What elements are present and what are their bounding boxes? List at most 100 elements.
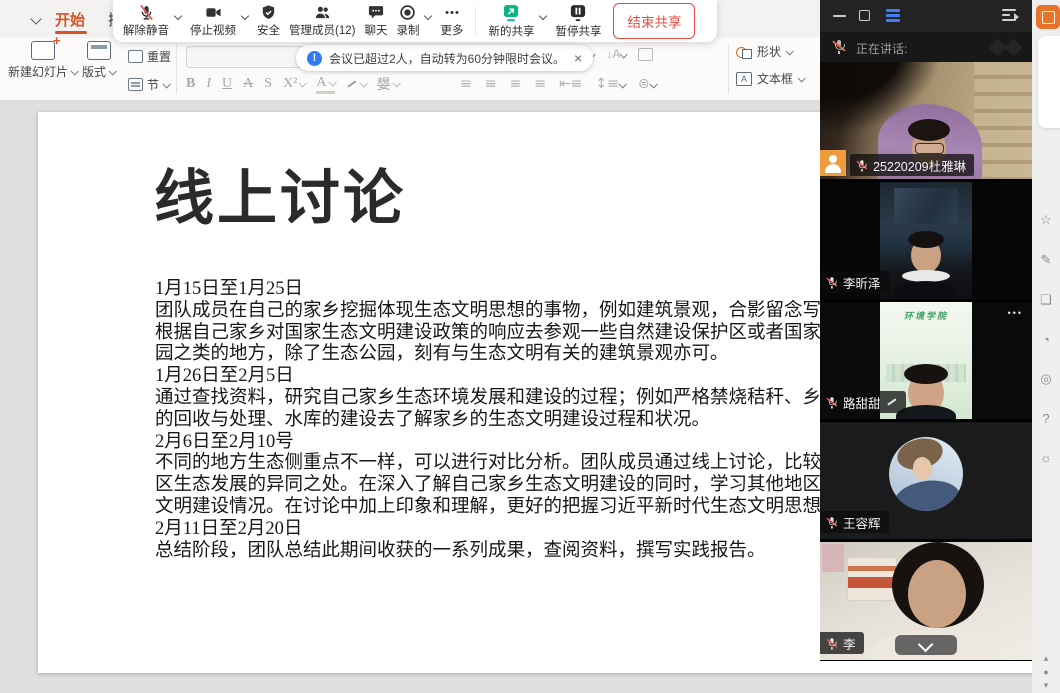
pause-share-button[interactable]: 暂停共享: [555, 4, 601, 39]
participant-face: [908, 560, 966, 628]
paragraph-group: ≡ ≡ ≡ ≡ ⇤≡ ↕≡ ⊜: [460, 76, 656, 92]
chevron-down-icon: [108, 67, 116, 75]
tile-more-options-icon[interactable]: •••: [1008, 308, 1023, 318]
tab-home[interactable]: 开始: [55, 9, 85, 30]
align-center-icon[interactable]: ≡: [485, 76, 497, 92]
participant-name: 25220209杜雅琳: [873, 156, 966, 175]
section-label: 节: [147, 76, 159, 93]
toolbar-separator: [475, 7, 476, 35]
unmute-button[interactable]: 解除静音: [123, 4, 169, 38]
stamp-icon[interactable]: ◔: [1042, 332, 1050, 347]
side-card-partial: [1038, 36, 1060, 128]
underline-button[interactable]: U: [222, 76, 232, 92]
indent-decrease-icon[interactable]: ⇤≡: [559, 76, 582, 92]
more-button[interactable]: 更多: [440, 4, 463, 38]
notification-close-icon[interactable]: ×: [574, 50, 582, 66]
participant-name-tag: 25220209杜雅琳: [850, 154, 974, 176]
italic-button[interactable]: I: [206, 76, 211, 92]
section-button[interactable]: 节: [128, 76, 169, 93]
chevron-down-icon: [70, 67, 78, 75]
superscript-button[interactable]: X²: [283, 76, 305, 92]
camera-icon: [204, 4, 223, 21]
record-button[interactable]: 录制: [396, 4, 419, 38]
restore-window-icon[interactable]: [859, 10, 870, 21]
search-icon[interactable]: ◎: [1040, 371, 1051, 387]
slide-title[interactable]: 线上讨论: [154, 150, 406, 237]
participant-tile[interactable]: 李: [820, 542, 1032, 661]
assistant-icon[interactable]: ☼: [1040, 450, 1052, 465]
meeting-participant-panel: 正在讲话: 25220209杜雅琳 李昕泽 环境学院: [820, 0, 1032, 660]
participant-tile[interactable]: 环境学院 ••• 路甜甜: [820, 302, 1032, 420]
video-background: [974, 62, 1032, 179]
chevron-down-icon[interactable]: [424, 12, 432, 20]
video-background: [880, 182, 972, 299]
chevron-down-icon: [785, 47, 793, 55]
bold-button[interactable]: B: [186, 76, 195, 92]
participant-tile[interactable]: 王容辉: [820, 422, 1032, 540]
scroll-up-icon[interactable]: ▴: [1044, 653, 1049, 664]
distribute-icon[interactable]: ⊜: [638, 76, 656, 92]
layout-view-icon[interactable]: [886, 9, 900, 24]
wps-share-button-partial[interactable]: [1036, 5, 1060, 29]
justify-icon[interactable]: ≡: [534, 76, 546, 92]
strikethrough-button[interactable]: S: [264, 76, 272, 92]
stop-video-button[interactable]: 停止视频: [190, 4, 236, 38]
pin-icon[interactable]: ✎: [1041, 252, 1052, 268]
highlight-button[interactable]: [346, 78, 366, 90]
video-background: [822, 544, 844, 572]
mic-muted-icon: [138, 4, 155, 21]
edit-name-pencil-icon[interactable]: [886, 396, 898, 408]
align-left-icon[interactable]: ≡: [460, 76, 472, 92]
info-icon: !: [307, 51, 322, 66]
font-color-button[interactable]: A: [316, 75, 334, 94]
avatar: [889, 437, 963, 511]
sort-text-button[interactable]: ↓A: [606, 47, 626, 61]
section-icon: [128, 78, 143, 91]
chevron-down-icon[interactable]: [174, 12, 182, 20]
strike-a-button[interactable]: A: [243, 76, 253, 92]
shield-icon: [260, 4, 277, 21]
align-right-icon[interactable]: ≡: [509, 76, 521, 92]
participant-tile[interactable]: 李昕泽: [820, 182, 1032, 300]
help-icon[interactable]: ?: [1042, 411, 1049, 426]
sidebar-icon-column: ☆ ✎ ❏ ◔ ◎ ? ☼: [1032, 212, 1060, 465]
member-role-badge: [820, 150, 846, 176]
record-icon: [399, 4, 416, 21]
chevron-down-icon[interactable]: [539, 12, 547, 20]
participant-name: 路甜甜: [843, 393, 881, 412]
mic-muted-icon: [856, 159, 866, 171]
end-share-button[interactable]: 结束共享: [613, 3, 695, 39]
collapse-panel-icon[interactable]: [1002, 9, 1018, 23]
collapse-videos-chevron-button[interactable]: [895, 635, 957, 655]
reset-button[interactable]: 重置: [128, 48, 171, 65]
font-name-input[interactable]: [186, 46, 304, 68]
scroll-down-icon[interactable]: ▾: [1044, 680, 1049, 691]
members-icon: [313, 4, 332, 21]
chat-button[interactable]: 聊天: [364, 4, 387, 38]
copy-format-icon[interactable]: [638, 48, 653, 61]
new-share-button[interactable]: 新的共享: [488, 4, 534, 39]
participant-name: 李: [843, 634, 856, 653]
mic-muted-icon: [826, 276, 836, 288]
clipboard-icon[interactable]: ❏: [1040, 292, 1052, 308]
reset-icon: [128, 50, 143, 63]
scroll-dot: ●: [1043, 667, 1048, 677]
ribbon-collapse-caret-icon[interactable]: [30, 13, 41, 24]
chevron-down-icon[interactable]: [241, 12, 249, 20]
layout-button[interactable]: 版式: [82, 41, 115, 80]
mic-muted-icon: [826, 516, 836, 528]
security-button[interactable]: 安全: [257, 4, 280, 38]
shapes-label: 形状: [757, 43, 781, 60]
participant-tile[interactable]: 25220209杜雅琳: [820, 62, 1032, 180]
line-spacing-icon[interactable]: ↕≡: [595, 76, 624, 92]
speaking-label: 正在讲话:: [856, 40, 907, 57]
new-slide-button[interactable]: 新建幻灯片: [8, 41, 77, 80]
minimize-icon[interactable]: [833, 15, 846, 17]
char-spacing-button[interactable]: 嫢: [377, 74, 399, 94]
highlight-icon: [346, 78, 358, 90]
notification-text: 会议已超过2人，自动转为60分钟限时会议。: [329, 50, 565, 67]
mic-muted-icon: [826, 637, 836, 649]
manage-members-button[interactable]: 管理成员(12): [289, 4, 355, 38]
favorite-star-icon[interactable]: ☆: [1040, 212, 1052, 228]
slide-body-text[interactable]: 1月15日至1月25日 团队成员在自己的家乡挖掘体现生态文明思想的事物，例如建筑…: [155, 279, 821, 562]
